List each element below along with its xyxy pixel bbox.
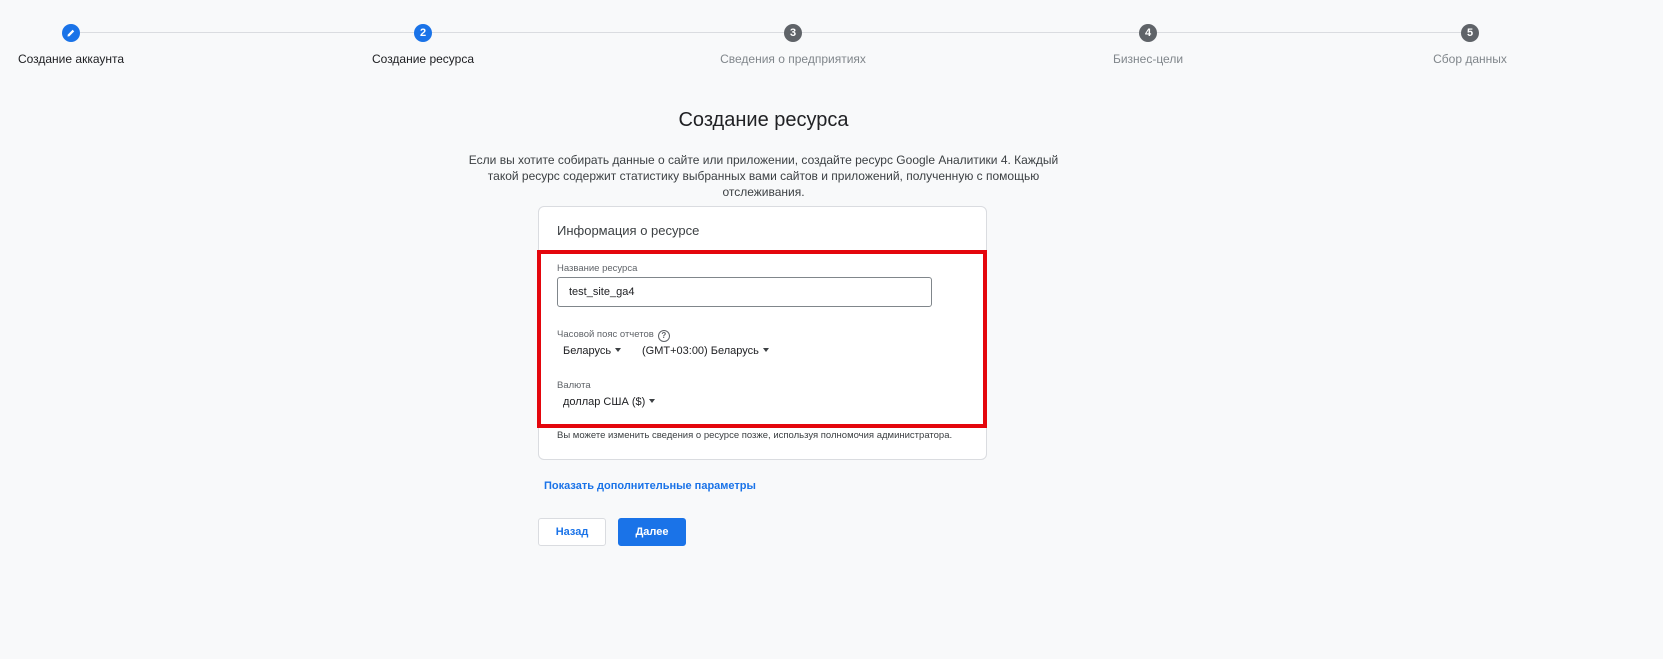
page-description: Если вы хотите собирать данные о сайте и… [468,153,1059,199]
currency-select[interactable]: доллар США ($) [563,396,656,408]
help-icon[interactable]: ? [657,330,670,342]
back-button[interactable]: Назад [538,518,606,546]
step-number: 3 [784,24,802,42]
show-advanced-options-link[interactable]: Показать дополнительные параметры [544,480,756,492]
country-value: Беларусь [563,345,612,357]
step-number: 4 [1139,24,1157,42]
currency-label: Валюта [557,380,591,391]
pencil-icon [62,24,80,42]
chevron-down-icon [615,348,622,352]
step-create-account[interactable]: Создание аккаунта [0,24,171,66]
step-create-property[interactable]: 2 Создание ресурса [323,24,523,66]
page-title: Создание ресурса [678,109,849,131]
step-data-collection[interactable]: 5 Сбор данных [1370,24,1570,66]
next-button[interactable]: Далее [618,518,686,546]
country-select[interactable]: Беларусь [563,345,622,357]
step-label: Сведения о предприятиях [720,52,866,66]
step-business-details[interactable]: 3 Сведения о предприятиях [693,24,893,66]
property-name-input[interactable] [557,277,932,307]
step-label: Создание аккаунта [17,52,125,66]
step-label: Бизнес-цели [1112,52,1184,66]
timezone-select[interactable]: (GMT+03:00) Беларусь [642,345,769,357]
progress-stepper: Создание аккаунта 2 Создание ресурса 3 С… [0,0,1663,80]
property-name-label: Название ресурса [557,263,638,274]
step-business-objectives[interactable]: 4 Бизнес-цели [1048,24,1248,66]
chevron-down-icon [762,348,769,352]
admin-note: Вы можете изменить сведения о ресурсе по… [557,430,953,441]
timezone-label: Часовой пояс отчетов? [557,329,670,342]
step-label: Сбор данных [1433,52,1507,66]
step-number: 2 [414,24,432,42]
card-title: Информация о ресурсе [557,223,700,238]
timezone-value: (GMT+03:00) Беларусь [642,345,759,357]
currency-value: доллар США ($) [563,396,646,408]
step-number: 5 [1461,24,1479,42]
step-label: Создание ресурса [371,52,475,66]
timezone-label-text: Часовой пояс отчетов [557,329,654,340]
property-details-card: Информация о ресурсе Название ресурса Ча… [537,206,987,460]
chevron-down-icon [649,399,656,403]
